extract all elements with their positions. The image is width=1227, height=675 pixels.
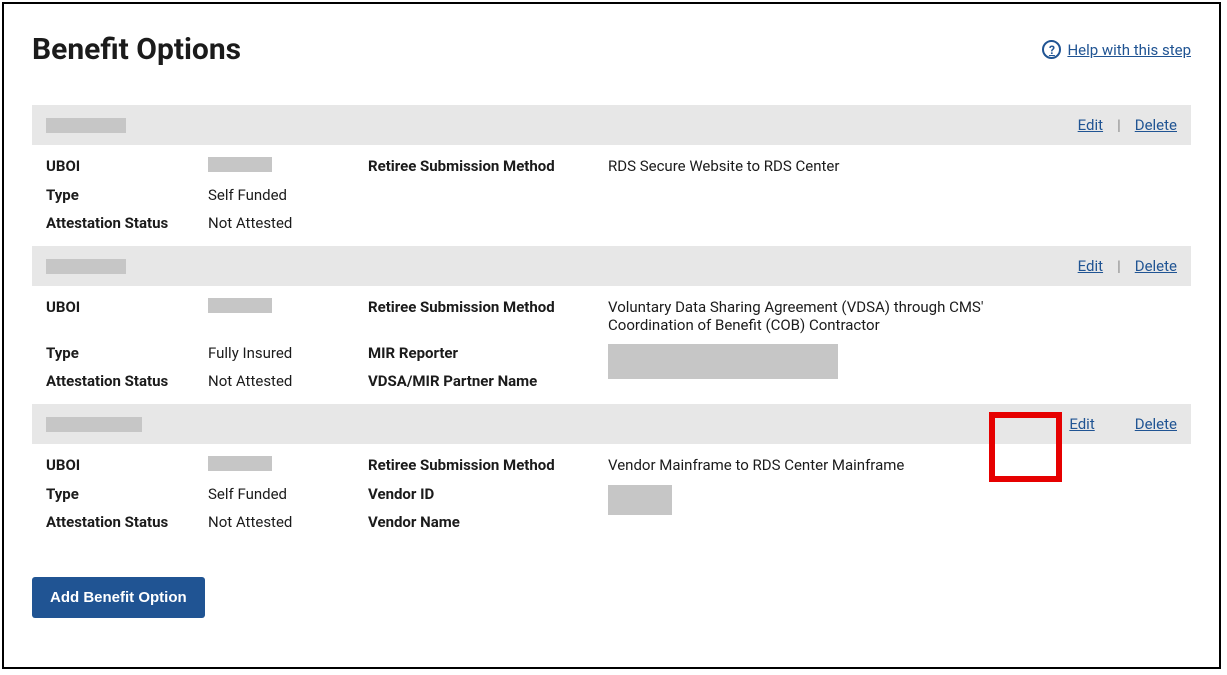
uboi-value — [208, 456, 368, 475]
type-label: Type — [46, 344, 208, 362]
option-actions: Edit | Delete — [1078, 116, 1177, 134]
uboi-label: UBOI — [46, 298, 208, 316]
option-header: Edit Delete — [32, 404, 1191, 444]
page-title: Benefit Options — [32, 32, 241, 67]
type-label: Type — [46, 186, 208, 204]
vendor-name-label: Vendor Name — [368, 513, 608, 531]
option-header: Edit | Delete — [32, 105, 1191, 145]
option-body: UBOI Retiree Submission Method RDS Secur… — [32, 145, 1191, 246]
retiree-method-value: RDS Secure Website to RDS Center — [608, 157, 1177, 175]
mir-reporter-value — [608, 344, 1177, 383]
question-circle-icon: ? — [1042, 40, 1061, 59]
option-actions: Edit | Delete — [1078, 257, 1177, 275]
uboi-label: UBOI — [46, 456, 208, 474]
option-header: Edit | Delete — [32, 246, 1191, 286]
page-header: Benefit Options ? Help with this step — [32, 32, 1191, 67]
action-divider: | — [1117, 257, 1121, 275]
delete-link[interactable]: Delete — [1135, 116, 1177, 134]
vendor-id-label: Vendor ID — [368, 485, 608, 503]
mir-reporter-label: MIR Reporter — [368, 344, 608, 362]
uboi-value — [208, 298, 368, 317]
type-label: Type — [46, 485, 208, 503]
retiree-method-value: Voluntary Data Sharing Agreement (VDSA) … — [608, 298, 1177, 334]
add-benefit-option-button[interactable]: Add Benefit Option — [32, 577, 205, 618]
delete-link[interactable]: Delete — [1135, 257, 1177, 275]
vendor-id-value — [608, 485, 1177, 519]
option-body: UBOI Retiree Submission Method Voluntary… — [32, 286, 1191, 404]
option-title-redacted — [46, 259, 126, 274]
retiree-method-label: Retiree Submission Method — [368, 298, 608, 316]
vdsa-partner-label: VDSA/MIR Partner Name — [368, 372, 608, 390]
option-title-redacted — [46, 417, 142, 432]
edit-link[interactable]: Edit — [1069, 415, 1094, 433]
delete-link[interactable]: Delete — [1135, 415, 1177, 433]
action-divider: | — [1117, 116, 1121, 134]
attestation-value: Not Attested — [208, 372, 368, 390]
uboi-label: UBOI — [46, 157, 208, 175]
help-link[interactable]: ? Help with this step — [1042, 40, 1191, 59]
attestation-value: Not Attested — [208, 214, 368, 232]
retiree-method-label: Retiree Submission Method — [368, 456, 608, 474]
page-container: Benefit Options ? Help with this step Ed… — [2, 2, 1221, 669]
help-link-text: Help with this step — [1067, 41, 1191, 59]
attestation-value: Not Attested — [208, 513, 368, 531]
option-body: UBOI Retiree Submission Method Vendor Ma… — [32, 444, 1191, 545]
attestation-label: Attestation Status — [46, 214, 208, 232]
type-value: Self Funded — [208, 485, 368, 503]
retiree-method-label: Retiree Submission Method — [368, 157, 608, 175]
retiree-method-value: Vendor Mainframe to RDS Center Mainframe — [608, 456, 1177, 474]
attestation-label: Attestation Status — [46, 372, 208, 390]
type-value: Fully Insured — [208, 344, 368, 362]
edit-link[interactable]: Edit — [1078, 116, 1103, 134]
option-actions: Edit Delete — [1069, 415, 1177, 433]
option-title-redacted — [46, 118, 126, 133]
attestation-label: Attestation Status — [46, 513, 208, 531]
edit-link[interactable]: Edit — [1078, 257, 1103, 275]
type-value: Self Funded — [208, 186, 368, 204]
uboi-value — [208, 157, 368, 176]
